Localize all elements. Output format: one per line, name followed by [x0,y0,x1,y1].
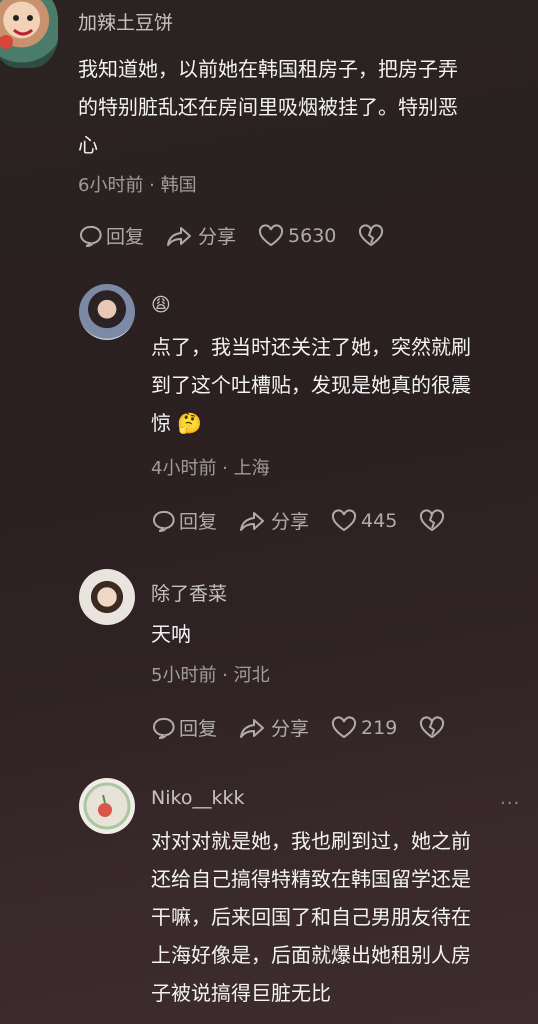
comment-4: Niko__kkk ··· 对对对就是她，我也刷到过，她之前 还给自己搞得特精致… [0,775,538,1024]
comment-meta: 5小时前 · 河北 [151,665,270,686]
comment-actions: 回复 分享 219 [151,714,471,741]
comment-line: 心 [78,133,98,157]
like-button[interactable]: 219 [331,715,398,740]
dislike-button[interactable] [419,715,449,740]
broken-heart-icon [359,223,384,246]
more-options-icon[interactable]: ··· [500,793,520,814]
comment-actions: 回复 分享 445 [151,507,471,534]
comment-line: 上海好像是，后面就爆出她租别人房 [151,943,471,967]
reply-label: 回复 [179,511,218,533]
comment-meta: 4小时前 · 上海 [151,458,270,479]
share-arrow-icon [167,226,192,246]
like-button[interactable]: 5630 [258,223,337,248]
dislike-button[interactable] [419,508,449,533]
comment-line: 天呐 [151,622,191,646]
avatar[interactable] [79,569,135,625]
comment-username[interactable]: 😩 [151,294,171,316]
comment-3: 除了香菜 天呐 5小时前 · 河北 回复 分享 219 [0,565,538,765]
comment-bubble-icon [80,225,102,247]
avatar[interactable] [0,0,58,68]
share-button[interactable]: 分享 [166,222,236,249]
heart-icon [332,715,357,738]
comment-username[interactable]: 除了香菜 [151,579,227,606]
comment-2: 😩 点了，我当时还关注了她，突然就刷 到了这个吐槽贴，发现是她真的很震 惊 🤔 … [0,280,538,550]
comment-text: 我知道她，以前她在韩国租房子，把房子弄 的特别脏乱还在房间里吸烟被挂了。特别恶 … [78,50,528,164]
comment-1: 加辣土豆饼 我知道她，以前她在韩国租房子，把房子弄 的特别脏乱还在房间里吸烟被挂… [0,0,538,260]
reply-button[interactable]: 回复 [78,222,144,249]
like-button[interactable]: 445 [331,508,398,533]
comment-line: 还给自己搞得特精致在韩国留学还是 [151,867,471,891]
avatar-fruit-icon [83,782,131,830]
comment-text: 对对对就是她，我也刷到过，她之前 还给自己搞得特精致在韩国留学还是 干嘛，后来回… [151,822,531,1012]
like-count: 5630 [288,224,337,247]
avatar[interactable] [79,284,135,340]
comment-username[interactable]: 加辣土豆饼 [78,8,173,35]
comment-line: 点了，我当时还关注了她，突然就刷 [151,335,471,359]
comment-line: 到了这个吐槽贴，发现是她真的很震 [151,373,471,397]
comment-line: 子被说搞得巨脏无比 [151,981,331,1005]
avatar-cartoon-icon [0,15,33,49]
avatar[interactable] [79,778,135,834]
heart-icon [259,223,284,246]
comment-line: 对对对就是她，我也刷到过，她之前 [151,829,471,853]
comment-line: 我知道她，以前她在韩国租房子，把房子弄 [78,57,458,81]
dislike-button[interactable] [358,223,388,248]
comment-bubble-icon [153,510,175,532]
share-label: 分享 [271,718,310,740]
share-button[interactable]: 分享 [239,507,309,534]
comment-text: 点了，我当时还关注了她，突然就刷 到了这个吐槽贴，发现是她真的很震 惊 🤔 [151,328,531,442]
share-label: 分享 [198,226,237,248]
reply-label: 回复 [179,718,218,740]
share-arrow-icon [240,511,265,531]
heart-icon [332,508,357,531]
comment-bubble-icon [153,717,175,739]
comment-meta: 6小时前 · 韩国 [78,175,197,196]
share-button[interactable]: 分享 [239,714,309,741]
comment-username[interactable]: Niko__kkk [151,787,244,809]
reply-button[interactable]: 回复 [151,714,217,741]
share-label: 分享 [271,511,310,533]
comment-line: 惊 🤔 [151,411,203,435]
reply-label: 回复 [106,226,145,248]
reply-button[interactable]: 回复 [151,507,217,534]
comment-line: 的特别脏乱还在房间里吸烟被挂了。特别恶 [78,95,458,119]
broken-heart-icon [420,715,445,738]
like-count: 445 [361,509,398,532]
comment-line: 干嘛，后来回国了和自己男朋友待在 [151,905,471,929]
comment-text: 天呐 [151,615,531,653]
comment-actions: 回复 分享 5630 [78,222,410,249]
broken-heart-icon [420,508,445,531]
share-arrow-icon [240,718,265,738]
like-count: 219 [361,716,398,739]
